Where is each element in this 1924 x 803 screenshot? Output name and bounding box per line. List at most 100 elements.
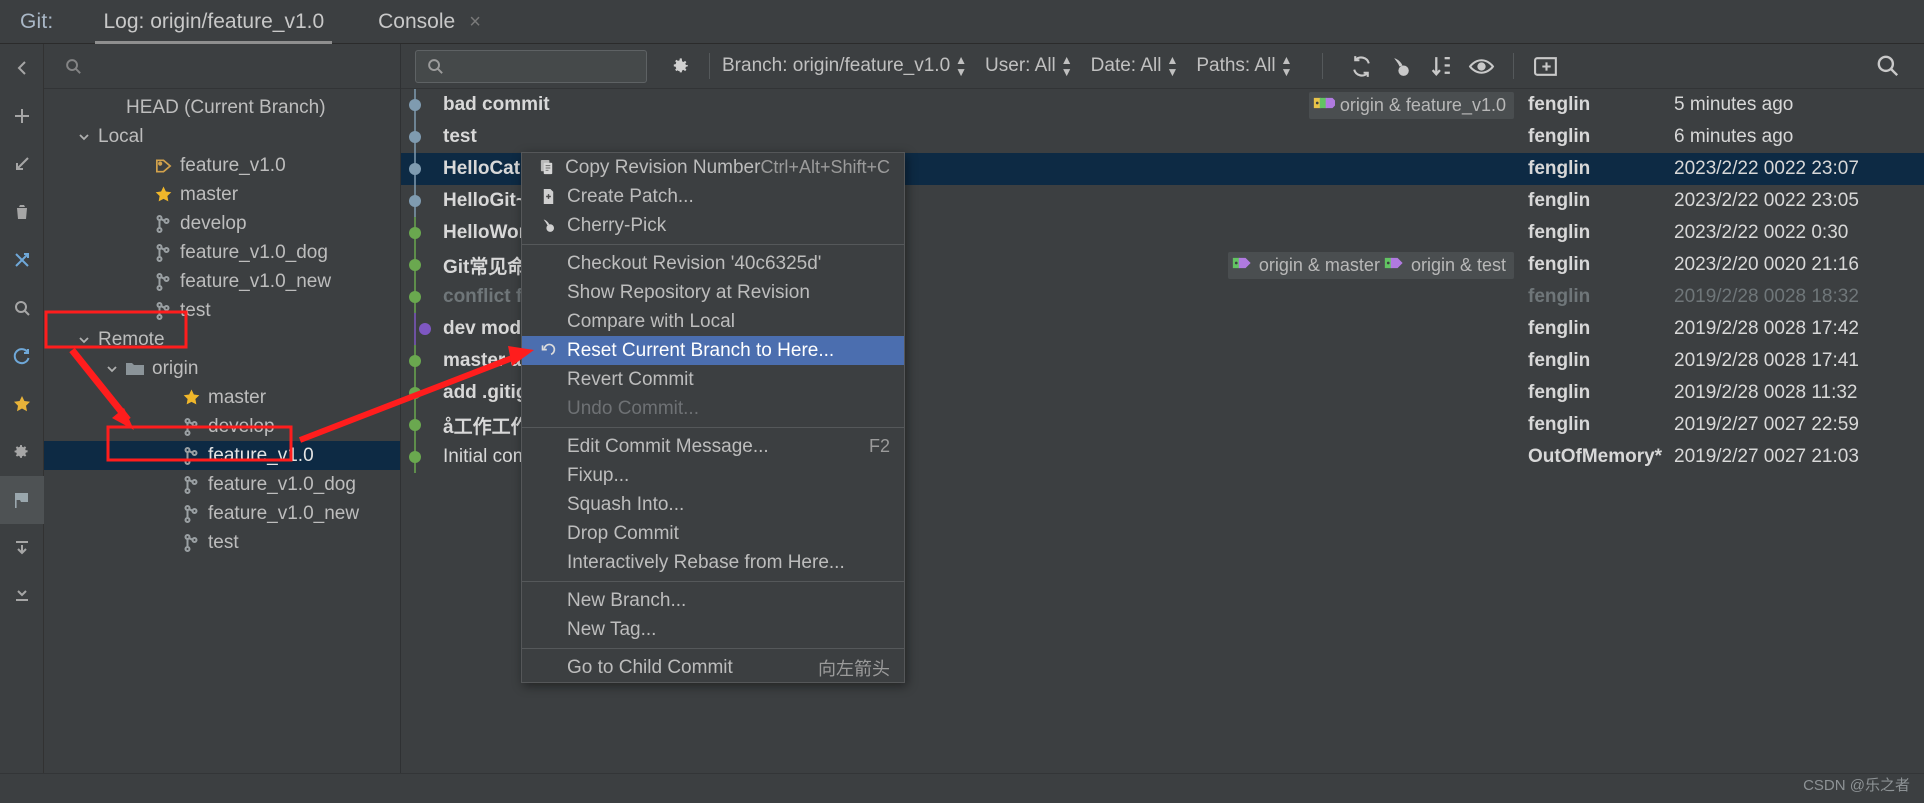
commit-graph-node — [401, 313, 439, 345]
tree-node-label: master — [208, 386, 267, 408]
user-filter[interactable]: User: All ▲ ▼ — [985, 54, 1073, 78]
commit-author: fenglin — [1527, 254, 1591, 275]
reset-icon — [534, 342, 562, 359]
commit-subject: dev modi — [443, 318, 527, 339]
commit-graph-node — [401, 377, 439, 409]
tree-node-develop[interactable]: develop — [44, 209, 400, 238]
ref-label[interactable]: origin & master — [1232, 254, 1380, 277]
tree-node-feature-v1-0-dog[interactable]: feature_v1.0_dog — [44, 470, 400, 499]
merge-icon[interactable] — [0, 236, 44, 284]
chevron-down-icon[interactable] — [102, 362, 122, 376]
show-details-icon[interactable] — [1461, 46, 1501, 86]
search-icon[interactable] — [0, 284, 44, 332]
menu-item-edit-commit-message[interactable]: Edit Commit Message... F2 — [522, 432, 904, 461]
branch-icon — [150, 301, 176, 321]
menu-item-reset-current-branch-to-here[interactable]: Reset Current Branch to Here... — [522, 336, 904, 365]
ref-tag-icon — [1313, 94, 1338, 117]
tree-node-label: develop — [180, 212, 247, 234]
branch-filter-search[interactable] — [44, 44, 400, 89]
commit-graph-node — [401, 185, 439, 217]
commit-author: fenglin — [1528, 318, 1591, 339]
tree-node-feature-v1-0-new[interactable]: feature_v1.0_new — [44, 267, 400, 296]
commit-subject: bad commit — [443, 94, 550, 115]
menu-item-label: New Branch... — [567, 589, 687, 611]
menu-item-copy-revision-number[interactable]: Copy Revision Number Ctrl+Alt+Shift+C — [522, 153, 904, 182]
commit-author: fenglin — [1528, 414, 1591, 435]
ref-tag-icon — [1384, 254, 1406, 277]
gear-icon[interactable] — [665, 55, 697, 77]
tree-node-feature-v1-0[interactable]: feature_v1.0 — [44, 151, 400, 180]
menu-item-shortcut: Ctrl+Alt+Shift+C — [760, 157, 890, 177]
paths-filter[interactable]: Paths: All ▲ ▼ — [1196, 54, 1292, 78]
menu-item-fixup[interactable]: Fixup... — [522, 461, 904, 490]
ref-label[interactable]: origin & feature_v1.0 — [1313, 94, 1506, 117]
expand-all-icon[interactable] — [0, 524, 44, 572]
search-icon[interactable] — [1868, 46, 1908, 86]
tree-node-remote[interactable]: Remote — [44, 325, 400, 354]
commit-row[interactable]: test fenglin 6 minutes ago — [401, 121, 1924, 153]
collapse-all-icon[interactable] — [0, 572, 44, 620]
commit-date: 2019/2/28 0028 11:32 — [1674, 382, 1858, 403]
ref-label-text: origin & master — [1258, 254, 1380, 275]
log-search-input[interactable] — [415, 49, 647, 83]
toolbar-divider-3 — [1513, 53, 1515, 79]
tree-node-feature-v1-0-new[interactable]: feature_v1.0_new — [44, 499, 400, 528]
tree-node-test[interactable]: test — [44, 296, 400, 325]
menu-item-revert-commit[interactable]: Revert Commit — [522, 365, 904, 394]
star-icon — [150, 185, 176, 204]
menu-item-new-tag[interactable]: New Tag... — [522, 615, 904, 644]
intellisort-icon[interactable] — [1526, 46, 1566, 86]
watermark: CSDN @乐之者 — [1803, 777, 1910, 794]
toolbar-divider-1 — [709, 53, 710, 79]
commit-refs: origin & feature_v1.0 — [1308, 91, 1514, 119]
tree-node-master[interactable]: master — [44, 383, 400, 412]
tree-node-head-current-branch-[interactable]: HEAD (Current Branch) — [44, 93, 400, 122]
refresh-icon[interactable] — [0, 332, 44, 380]
ref-label[interactable]: origin & test — [1384, 254, 1506, 277]
tree-node-master[interactable]: master — [44, 180, 400, 209]
menu-item-create-patch[interactable]: Create Patch... — [522, 182, 904, 211]
refresh-icon[interactable] — [1341, 46, 1381, 86]
branch-icon — [178, 446, 204, 466]
trash-icon[interactable] — [0, 188, 44, 236]
tree-node-develop[interactable]: develop — [44, 412, 400, 441]
tree-node-feature-v1-0-dog[interactable]: feature_v1.0_dog — [44, 238, 400, 267]
chevron-down-icon[interactable] — [74, 130, 94, 144]
menu-item-cherry-pick[interactable]: Cherry-Pick — [522, 211, 904, 240]
menu-item-go-to-child-commit[interactable]: Go to Child Commit 向左箭头 — [522, 653, 904, 682]
tab-console[interactable]: Console × — [362, 0, 497, 44]
add-icon[interactable] — [0, 92, 44, 140]
menu-item-new-branch[interactable]: New Branch... — [522, 586, 904, 615]
collapse-left-icon[interactable] — [0, 44, 44, 92]
tree-node-local[interactable]: Local — [44, 122, 400, 151]
commit-refs: origin & master origin & test — [1227, 251, 1514, 279]
settings-icon[interactable] — [0, 428, 44, 476]
menu-item-compare-with-local[interactable]: Compare with Local — [522, 307, 904, 336]
ref-label-text: origin & feature_v1.0 — [1339, 94, 1506, 115]
tree-node-origin[interactable]: origin — [44, 354, 400, 383]
star-icon[interactable] — [0, 380, 44, 428]
flag-icon[interactable] — [0, 476, 44, 524]
tab-log[interactable]: Log: origin/feature_v1.0 — [87, 0, 340, 44]
cherry-pick-icon[interactable] — [1381, 46, 1421, 86]
chevron-updown-icon: ▲ ▼ — [1280, 53, 1293, 79]
date-filter[interactable]: Date: All ▲ ▼ — [1091, 54, 1179, 78]
menu-item-interactively-rebase-from-here[interactable]: Interactively Rebase from Here... — [522, 548, 904, 577]
log-search-field[interactable] — [453, 55, 623, 77]
chevron-updown-icon: ▲ ▼ — [955, 53, 968, 79]
sort-icon[interactable] — [1421, 46, 1461, 86]
menu-item-show-repository-at-revision[interactable]: Show Repository at Revision — [522, 278, 904, 307]
menu-separator — [522, 427, 904, 428]
commit-row[interactable]: bad commit origin & feature_v1.0 fenglin 5 … — [401, 89, 1924, 121]
chevron-down-icon[interactable] — [74, 333, 94, 347]
arrow-down-left-icon[interactable] — [0, 140, 44, 188]
menu-item-squash-into[interactable]: Squash Into... — [522, 490, 904, 519]
tree-node-test[interactable]: test — [44, 528, 400, 557]
menu-item-drop-commit[interactable]: Drop Commit — [522, 519, 904, 548]
menu-item-checkout-revision-40c6325d[interactable]: Checkout Revision '40c6325d' — [522, 249, 904, 278]
commit-author: fenglin — [1528, 382, 1591, 403]
tree-node-label: origin — [152, 357, 199, 379]
branch-filter[interactable]: Branch: origin/feature_v1.0 ▲ ▼ — [722, 54, 967, 78]
tree-node-feature-v1-0[interactable]: feature_v1.0 — [44, 441, 400, 470]
close-icon[interactable]: × — [469, 12, 481, 32]
